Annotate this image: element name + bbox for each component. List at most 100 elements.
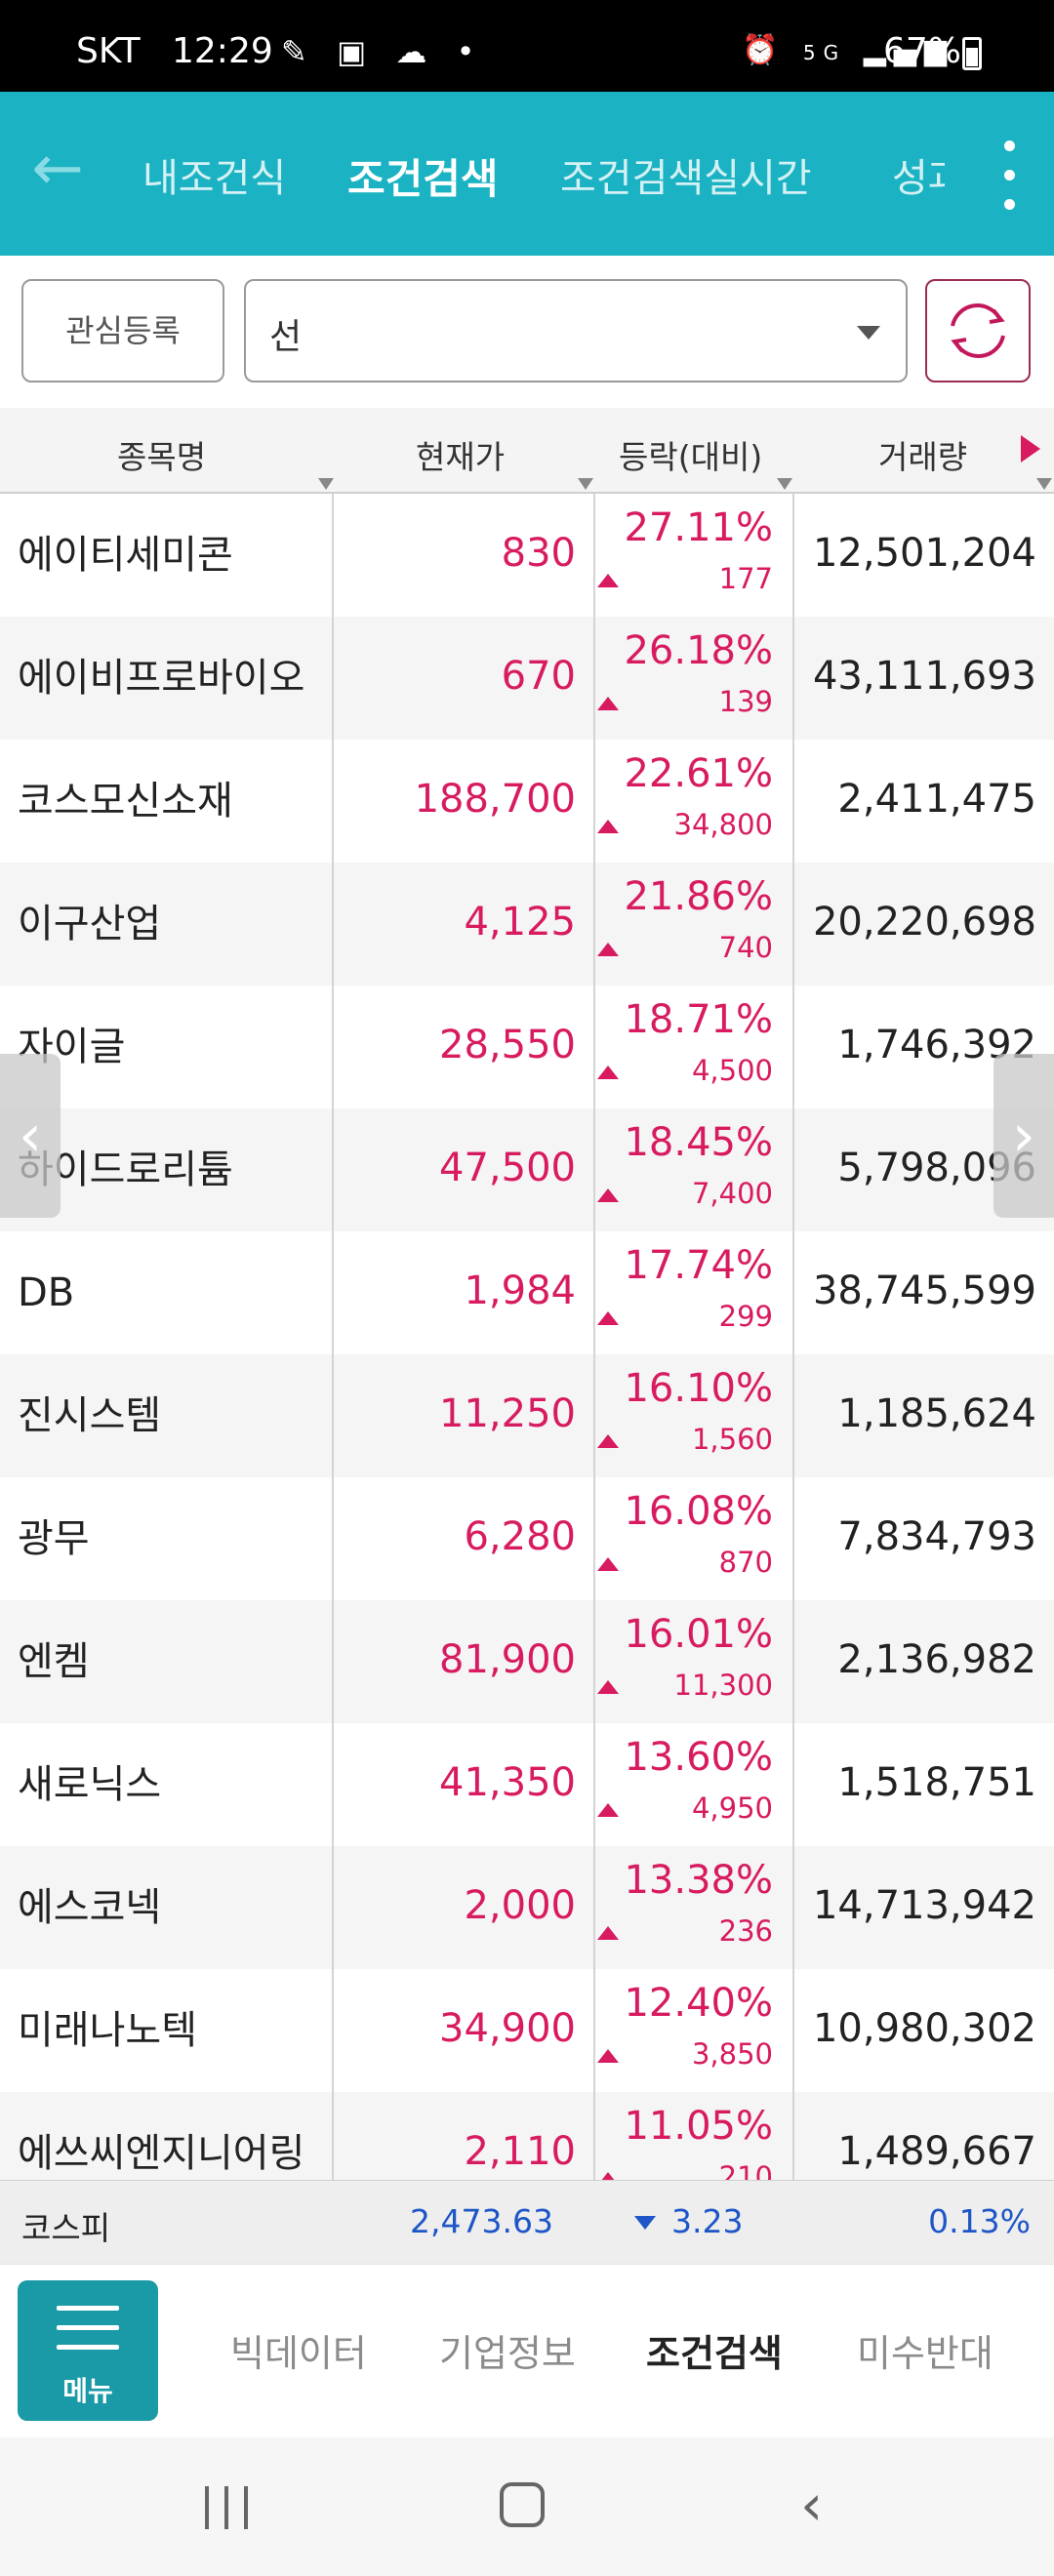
- index-change-percent: 0.13%: [928, 2202, 1031, 2240]
- volume: 2,411,475: [837, 777, 1036, 822]
- table-row[interactable]: 에이비프로바이오 670 26.18% 139 43,111,693: [0, 617, 1054, 740]
- volume: 2,136,982: [837, 1637, 1036, 1682]
- current-price: 4,125: [464, 900, 576, 945]
- stock-name: 엔켐: [18, 1639, 90, 1684]
- bottom-menu: 메뉴 빅데이터 기업정보 조건검색 미수반대: [0, 2264, 1054, 2437]
- condition-select-value: 선: [269, 317, 303, 357]
- current-price: 6,280: [464, 1514, 576, 1559]
- up-triangle-icon: [597, 2172, 619, 2180]
- up-triangle-icon: [597, 1926, 619, 1940]
- refresh-icon: [951, 303, 1005, 358]
- change-percent: 16.10%: [624, 1366, 773, 1411]
- back-icon[interactable]: ‹: [800, 2476, 823, 2533]
- menu-button[interactable]: 메뉴: [18, 2280, 158, 2421]
- change-percent: 18.71%: [624, 997, 773, 1042]
- tab-my-conditions[interactable]: 내조건식: [142, 146, 286, 203]
- change-percent: 26.18%: [624, 628, 773, 673]
- recent-apps-icon[interactable]: [203, 2486, 252, 2529]
- tab-condition-realtime[interactable]: 조건검색실시간: [560, 146, 812, 203]
- carrier-label: SKT: [76, 31, 141, 71]
- up-triangle-icon: [597, 1557, 619, 1571]
- image-icon: ▣: [336, 33, 377, 70]
- change-percent: 11.05%: [624, 2104, 773, 2149]
- tab-performance[interactable]: 성과: [892, 146, 945, 203]
- current-price: 41,350: [439, 1760, 576, 1805]
- volume: 1,489,667: [837, 2129, 1036, 2174]
- table-row[interactable]: 엔켐 81,900 16.01% 11,300 2,136,982: [0, 1600, 1054, 1723]
- volume: 20,220,698: [812, 900, 1036, 945]
- index-ticker[interactable]: 코스피 2,473.63 3.23 0.13%: [0, 2180, 1054, 2264]
- table-row[interactable]: 이구산업 4,125 21.86% 740 20,220,698: [0, 863, 1054, 986]
- prev-page-icon[interactable]: ‹: [0, 1054, 61, 1218]
- bottom-tab-unpaid[interactable]: 미수반대: [857, 2323, 993, 2377]
- change-amount-value: 4,500: [691, 1054, 773, 1087]
- table-row[interactable]: 자이글 28,550 18.71% 4,500 1,746,392: [0, 986, 1054, 1108]
- change-percent: 21.86%: [624, 874, 773, 919]
- back-arrow-icon[interactable]: ←: [23, 135, 92, 203]
- table-row[interactable]: DB 1,984 17.74% 299 38,745,599: [0, 1231, 1054, 1354]
- more-vertical-icon[interactable]: [986, 137, 1034, 215]
- change-amount-value: 11,300: [673, 1669, 773, 1702]
- change-amount-value: 210: [718, 2160, 773, 2180]
- column-header-price[interactable]: 현재가: [416, 431, 505, 478]
- change-amount-value: 139: [718, 685, 773, 718]
- home-icon[interactable]: [500, 2482, 545, 2527]
- change-percent: 12.40%: [624, 1981, 773, 2026]
- table-row[interactable]: 광무 6,280 16.08% 870 7,834,793: [0, 1477, 1054, 1600]
- column-divider: [593, 494, 595, 2180]
- table-row[interactable]: 하이드로리튬 47,500 18.45% 7,400 5,798,096: [0, 1108, 1054, 1231]
- up-triangle-icon: [597, 1803, 619, 1817]
- down-triangle-icon: [634, 2216, 656, 2230]
- change-percent: 22.61%: [624, 751, 773, 796]
- stock-table[interactable]: 에쓰씨엔지니어링 2,110 11.05% 210 1,489,667 미래나노텍 34,9…: [0, 494, 1054, 2180]
- stock-name: 코스모신소재: [18, 779, 233, 824]
- next-page-icon[interactable]: ›: [993, 1054, 1054, 1218]
- stock-name: DB: [18, 1270, 75, 1315]
- current-price: 34,900: [439, 2006, 576, 2051]
- table-row[interactable]: 진시스템 11,250 16.10% 1,560 1,185,624: [0, 1354, 1054, 1477]
- change-percent: 27.11%: [624, 505, 773, 550]
- column-divider: [332, 494, 334, 2180]
- column-header-volume[interactable]: 거래량: [878, 431, 967, 478]
- up-triangle-icon: [597, 2049, 619, 2063]
- change-percent: 16.01%: [624, 1612, 773, 1657]
- status-bar: SKT 12:29 ✎ ▣ ☁ • ⏰ 5G ▂▄▆ 67%: [0, 0, 1054, 92]
- next-columns-icon[interactable]: [1021, 435, 1040, 463]
- bottom-tab-company-info[interactable]: 기업정보: [439, 2323, 576, 2377]
- table-row[interactable]: 에스코넥 2,000 13.38% 236 14,713,942: [0, 1846, 1054, 1969]
- table-row[interactable]: 에쓰씨엔지니어링 2,110 11.05% 210 1,489,667: [0, 2092, 1054, 2180]
- table-row[interactable]: 미래나노텍 34,900 12.40% 3,850 10,980,302: [0, 1969, 1054, 2092]
- change-amount-value: 7,400: [691, 1177, 773, 1210]
- add-favorite-button[interactable]: 관심등록: [21, 279, 224, 382]
- tab-condition-search[interactable]: 조건검색: [347, 146, 499, 206]
- volume: 10,980,302: [812, 2006, 1036, 2051]
- change-percent: 16.08%: [624, 1489, 773, 1534]
- stock-name: 이구산업: [18, 902, 162, 946]
- condition-select[interactable]: 선: [244, 279, 908, 382]
- bottom-tab-condition-search[interactable]: 조건검색: [646, 2323, 783, 2377]
- refresh-button[interactable]: [925, 279, 1031, 382]
- current-price: 2,110: [464, 2129, 576, 2174]
- change-amount-value: 870: [718, 1546, 773, 1579]
- bottom-tab-bigdata[interactable]: 빅데이터: [230, 2323, 367, 2377]
- table-row[interactable]: 새로닉스 41,350 13.60% 4,950 1,518,751: [0, 1723, 1054, 1846]
- 5g-icon: 5G: [802, 41, 847, 64]
- cloud-icon: ☁: [395, 33, 437, 70]
- volume: 38,745,599: [812, 1268, 1036, 1313]
- volume: 14,713,942: [812, 1883, 1036, 1928]
- sort-indicator-icon: [318, 478, 334, 490]
- change-amount-value: 177: [718, 562, 773, 595]
- table-header: 종목명 현재가 등락(대비) 거래량: [0, 408, 1054, 494]
- change-percent: 17.74%: [624, 1243, 773, 1288]
- current-price: 81,900: [439, 1637, 576, 1682]
- change-amount-value: 4,950: [691, 1791, 773, 1825]
- current-price: 2,000: [464, 1883, 576, 1928]
- column-header-name[interactable]: 종목명: [117, 431, 206, 478]
- column-header-change[interactable]: 등락(대비): [619, 431, 762, 478]
- up-triangle-icon: [597, 1311, 619, 1325]
- table-row[interactable]: 에이티세미콘 830 27.11% 177 12,501,204: [0, 494, 1054, 617]
- change-amount-value: 1,560: [691, 1423, 773, 1456]
- up-triangle-icon: [597, 943, 619, 956]
- stock-name: 광무: [18, 1516, 90, 1561]
- table-row[interactable]: 코스모신소재 188,700 22.61% 34,800 2,411,475: [0, 740, 1054, 863]
